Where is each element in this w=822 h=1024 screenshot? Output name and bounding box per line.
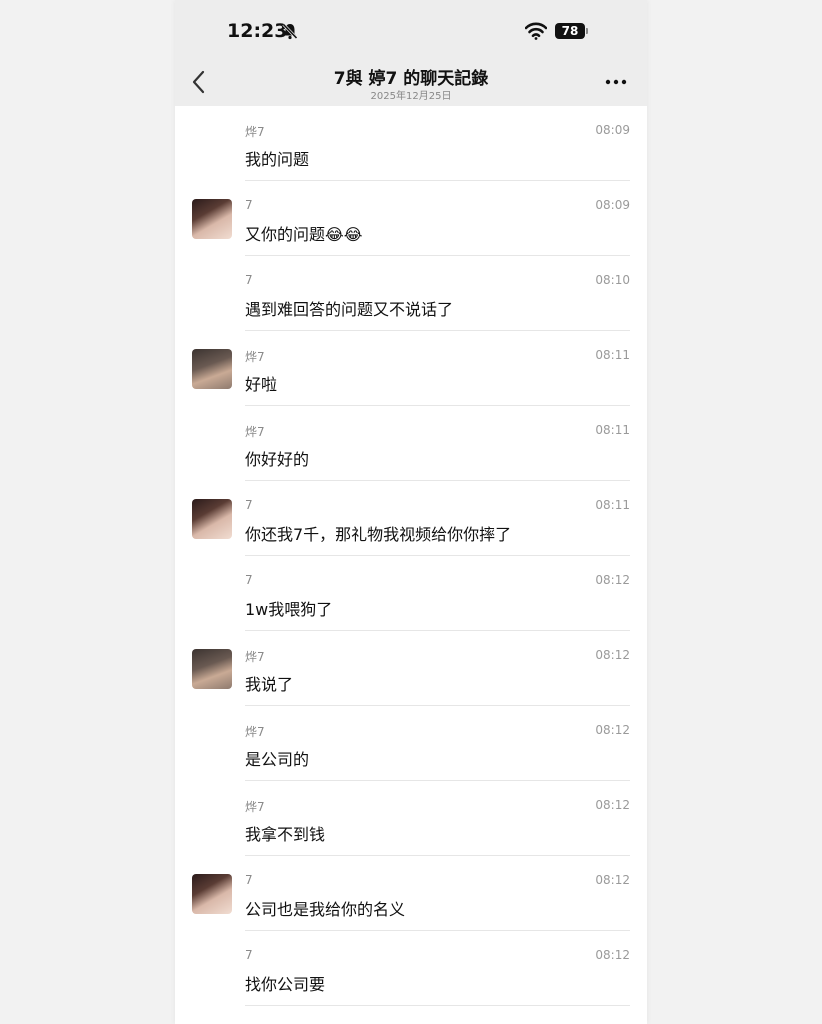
message-item[interactable]: 7 08:12 找你公司要: [175, 931, 647, 1006]
sender-name: 7: [245, 573, 253, 587]
message-text: 遇到难回答的问题又不说话了: [245, 300, 454, 319]
message-text: 好啦: [245, 375, 278, 394]
message-time: 08:10: [595, 273, 630, 287]
message-item[interactable]: 烨7 08:09 我的问题: [175, 106, 647, 181]
message-time: 08:12: [595, 798, 630, 812]
message-item[interactable]: 7 08:10 遇到难回答的问题又不说话了: [175, 256, 647, 331]
message-list[interactable]: 烨7 08:09 我的问题 7 08:09 又你的问题😂😂 7 08:10 遇到…: [175, 106, 647, 1006]
sender-name: 7: [245, 873, 253, 887]
sender-name: 7: [245, 273, 253, 287]
message-time: 08:12: [595, 948, 630, 962]
message-time: 08:12: [595, 873, 630, 887]
message-item[interactable]: 7 08:09 又你的问题😂😂: [175, 181, 647, 256]
message-text: 我的问题: [245, 150, 310, 169]
message-item[interactable]: 烨7 08:11 你好好的: [175, 406, 647, 481]
message-item[interactable]: 7 08:11 你还我7千，那礼物我视频给你你摔了: [175, 481, 647, 556]
message-text: 我说了: [245, 675, 294, 694]
message-time: 08:11: [595, 423, 630, 437]
battery-tip: [586, 28, 588, 34]
wifi-icon: [525, 22, 547, 40]
chat-title: 7與 婷7 的聊天記錄: [333, 69, 489, 89]
avatar[interactable]: [192, 199, 232, 239]
message-time: 08:11: [595, 348, 630, 362]
battery-level: 78: [555, 23, 585, 39]
message-text: 公司也是我给你的名义: [245, 900, 406, 919]
message-item[interactable]: 7 08:12 1w我喂狗了: [175, 556, 647, 631]
divider: [245, 1005, 630, 1006]
avatar[interactable]: [192, 649, 232, 689]
message-item[interactable]: 烨7 08:12 我拿不到钱: [175, 781, 647, 856]
sender-name: 烨7: [245, 425, 265, 439]
top-bar: 12:23 78 7與 婷7 的聊天記錄 2025年12月25日: [175, 0, 647, 106]
message-text: 又你的问题😂😂: [245, 225, 363, 244]
sender-name: 烨7: [245, 350, 265, 364]
message-time: 08:09: [595, 123, 630, 137]
battery-indicator: 78: [555, 22, 588, 40]
sender-name: 烨7: [245, 125, 265, 139]
message-text: 找你公司要: [245, 975, 326, 994]
avatar[interactable]: [192, 499, 232, 539]
message-item[interactable]: 烨7 08:12 我说了: [175, 631, 647, 706]
sender-name: 7: [245, 498, 253, 512]
message-item[interactable]: 烨7 08:11 好啦: [175, 331, 647, 406]
message-time: 08:12: [595, 573, 630, 587]
chat-date: 2025年12月25日: [370, 91, 452, 102]
sender-name: 烨7: [245, 725, 265, 739]
message-time: 08:12: [595, 723, 630, 737]
avatar[interactable]: [192, 874, 232, 914]
message-time: 08:09: [595, 198, 630, 212]
mute-bell-icon: [282, 23, 298, 40]
message-time: 08:12: [595, 648, 630, 662]
message-text: 是公司的: [245, 750, 310, 769]
message-text: 你还我7千，那礼物我视频给你你摔了: [245, 525, 512, 544]
message-item[interactable]: 7 08:12 公司也是我给你的名义: [175, 856, 647, 931]
message-text: 我拿不到钱: [245, 825, 326, 844]
message-item[interactable]: 烨7 08:12 是公司的: [175, 706, 647, 781]
message-text: 你好好的: [245, 450, 310, 469]
more-icon[interactable]: [603, 72, 629, 92]
sender-name: 烨7: [245, 650, 265, 664]
sender-name: 烨7: [245, 800, 265, 814]
phone-screen: 12:23 78 7與 婷7 的聊天記錄 2025年12月25日 烨7 08:0…: [175, 0, 647, 1024]
sender-name: 7: [245, 948, 253, 962]
avatar[interactable]: [192, 349, 232, 389]
sender-name: 7: [245, 198, 253, 212]
status-time: 12:23: [227, 20, 288, 42]
message-text: 1w我喂狗了: [245, 600, 333, 619]
message-time: 08:11: [595, 498, 630, 512]
